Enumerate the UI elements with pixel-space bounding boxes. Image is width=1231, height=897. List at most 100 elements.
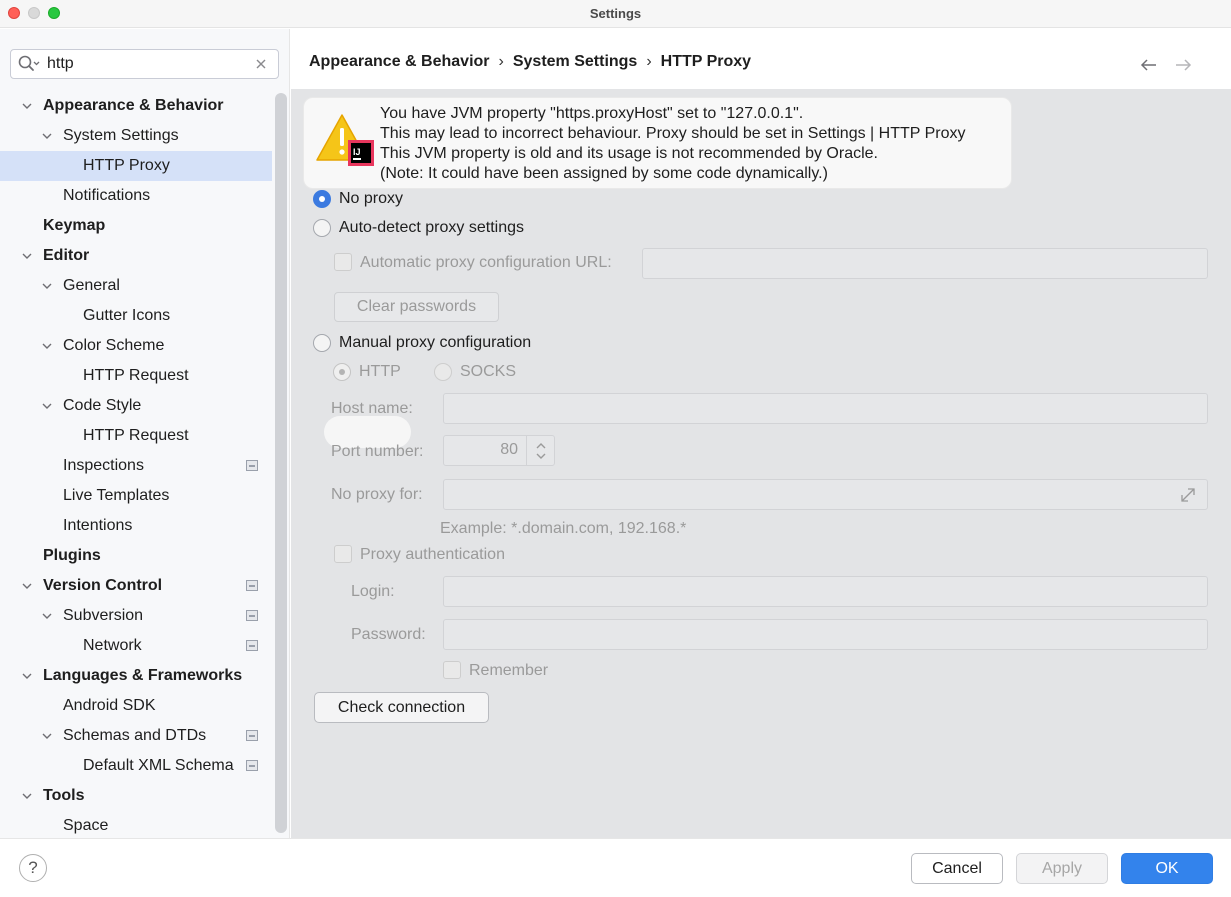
proxy-settings-content: IJ You have JVM property "https.proxyHos… — [291, 89, 1231, 838]
login-field[interactable] — [443, 576, 1208, 607]
sidebar-item-label: Appearance & Behavior — [43, 97, 224, 114]
sidebar-item[interactable]: Inspections — [0, 451, 272, 481]
chevron-down-icon[interactable] — [41, 730, 53, 742]
sidebar-item[interactable]: Live Templates — [0, 481, 272, 511]
sidebar-item[interactable]: Code Style — [0, 391, 272, 421]
http-label[interactable]: HTTP — [359, 363, 401, 381]
chevron-down-icon[interactable] — [21, 250, 33, 262]
breadcrumb: Appearance & Behavior › System Settings › HT… — [309, 53, 751, 71]
stepper-arrows-icon[interactable] — [535, 441, 547, 461]
sidebar-item[interactable]: Editor — [0, 241, 272, 271]
chevron-down-icon[interactable] — [41, 280, 53, 292]
clear-passwords-button[interactable]: Clear passwords — [334, 292, 499, 322]
chevron-down-icon[interactable] — [41, 610, 53, 622]
clear-search-icon[interactable] — [254, 57, 268, 71]
sidebar-item[interactable]: Color Scheme — [0, 331, 272, 361]
no-proxy-for-field[interactable] — [443, 479, 1208, 510]
project-settings-icon — [246, 760, 258, 771]
sidebar-item-label: System Settings — [63, 127, 179, 144]
password-field[interactable] — [443, 619, 1208, 650]
sidebar-item[interactable]: Android SDK — [0, 691, 272, 721]
settings-sidebar: Appearance & Behavior System Settings HTTP… — [0, 29, 290, 838]
proxy-authentication-label[interactable]: Proxy authentication — [360, 546, 505, 564]
project-settings-icon — [246, 730, 258, 741]
sidebar-item-label: HTTP Request — [83, 367, 189, 384]
manual-proxy-label[interactable]: Manual proxy configuration — [339, 334, 531, 352]
socks-label[interactable]: SOCKS — [460, 363, 516, 381]
search-icon[interactable] — [18, 55, 40, 73]
chevron-down-icon[interactable] — [21, 580, 33, 592]
main-panel: Appearance & Behavior › System Settings › HT… — [291, 29, 1231, 838]
check-connection-button[interactable]: Check connection — [314, 692, 489, 723]
sidebar-scrollbar[interactable] — [275, 93, 287, 833]
dialog-footer: ? Cancel Apply OK — [0, 838, 1231, 897]
sidebar-item[interactable]: Appearance & Behavior — [0, 91, 272, 121]
sidebar-item[interactable]: Tools — [0, 781, 272, 811]
sidebar-item[interactable]: System Settings — [0, 121, 272, 151]
auto-detect-label[interactable]: Auto-detect proxy settings — [339, 219, 524, 237]
sidebar-item-label: Tools — [43, 787, 85, 804]
apply-button[interactable]: Apply — [1016, 853, 1108, 884]
sidebar-item[interactable]: HTTP Request — [0, 361, 272, 391]
title-bar: Settings — [0, 0, 1231, 28]
breadcrumb-separator: › — [498, 53, 504, 70]
ok-button[interactable]: OK — [1121, 853, 1213, 884]
remember-checkbox[interactable] — [443, 661, 461, 679]
sidebar-item[interactable]: Network — [0, 631, 272, 661]
sidebar-item-label: Default XML Schema — [83, 757, 234, 774]
sidebar-item[interactable]: Languages & Frameworks — [0, 661, 272, 691]
search-box[interactable] — [10, 49, 279, 79]
no-proxy-radio[interactable] — [313, 190, 331, 208]
cancel-button[interactable]: Cancel — [911, 853, 1003, 884]
auto-detect-radio[interactable] — [313, 219, 331, 237]
chevron-down-icon[interactable] — [21, 670, 33, 682]
sidebar-item-label: Keymap — [43, 217, 106, 234]
chevron-down-icon[interactable] — [41, 130, 53, 142]
sidebar-item-label: Code Style — [63, 397, 142, 414]
chevron-down-icon[interactable] — [21, 790, 33, 802]
auto-config-url-checkbox[interactable] — [334, 253, 352, 271]
sidebar-item-label: Editor — [43, 247, 90, 264]
remember-label[interactable]: Remember — [469, 662, 548, 680]
sidebar-item[interactable]: Version Control — [0, 571, 272, 601]
search-input[interactable] — [47, 54, 247, 74]
port-stepper-arrows[interactable] — [526, 436, 554, 465]
sidebar-item-label: HTTP Request — [83, 427, 189, 444]
manual-proxy-radio[interactable] — [313, 334, 331, 352]
back-arrow-icon[interactable] — [1140, 57, 1158, 73]
port-number-stepper[interactable]: 80 — [443, 435, 555, 466]
sidebar-item[interactable]: HTTP Request — [0, 421, 272, 451]
chevron-down-icon[interactable] — [41, 340, 53, 352]
sidebar-item[interactable]: Space — [0, 811, 272, 841]
sidebar-item[interactable]: General — [0, 271, 272, 301]
sidebar-item[interactable]: Subversion — [0, 601, 272, 631]
sidebar-item[interactable]: Gutter Icons — [0, 301, 272, 331]
sidebar-item[interactable]: Schemas and DTDs — [0, 721, 272, 751]
sidebar-item[interactable]: Intentions — [0, 511, 272, 541]
proxy-authentication-checkbox[interactable] — [334, 545, 352, 563]
forward-arrow-icon[interactable] — [1174, 57, 1192, 73]
window-title: Settings — [589, 6, 642, 21]
host-name-field[interactable] — [443, 393, 1208, 424]
sidebar-item-label: General — [63, 277, 120, 294]
no-proxy-label[interactable]: No proxy — [339, 190, 403, 208]
sidebar-item-label: HTTP Proxy — [83, 157, 170, 174]
sidebar-item-label: Color Scheme — [63, 337, 165, 354]
breadcrumb-item[interactable]: Appearance & Behavior — [309, 53, 490, 71]
sidebar-item-label: Space — [63, 817, 109, 834]
chevron-down-icon[interactable] — [41, 400, 53, 412]
sidebar-item[interactable]: Default XML Schema — [0, 751, 272, 781]
sidebar-item[interactable]: HTTP Proxy — [0, 151, 272, 181]
breadcrumb-item[interactable]: System Settings — [513, 53, 637, 71]
expand-icon[interactable] — [1179, 486, 1197, 504]
help-button[interactable]: ? — [19, 854, 47, 882]
socks-radio[interactable] — [434, 363, 452, 381]
sidebar-item[interactable]: Keymap — [0, 211, 272, 241]
sidebar-item-label: Live Templates — [63, 487, 170, 504]
sidebar-item[interactable]: Notifications — [0, 181, 272, 211]
sidebar-item-label: Subversion — [63, 607, 144, 624]
sidebar-item[interactable]: Plugins — [0, 541, 272, 571]
http-radio[interactable] — [333, 363, 351, 381]
auto-config-url-field[interactable] — [642, 248, 1208, 279]
chevron-down-icon[interactable] — [21, 100, 33, 112]
